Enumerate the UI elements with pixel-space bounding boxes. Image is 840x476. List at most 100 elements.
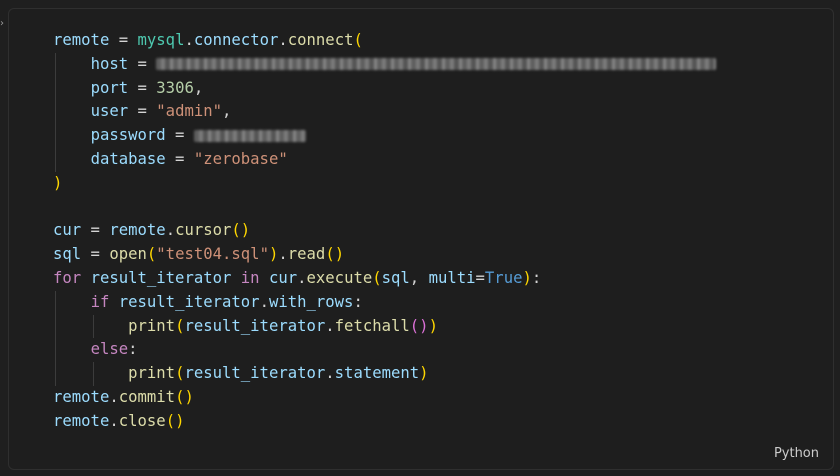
code-token: =	[128, 78, 157, 97]
code-token: 3306	[156, 78, 194, 97]
code-token: host	[90, 54, 129, 73]
indent-guide	[55, 314, 56, 339]
code-token: (	[353, 31, 363, 49]
code-token: :	[531, 268, 542, 287]
code-line: )	[53, 172, 716, 196]
code-token: =	[128, 102, 157, 121]
code-line: print(result_iterator.statement)	[53, 362, 716, 386]
code-token: (	[146, 245, 157, 264]
indent-guide	[92, 362, 94, 386]
code-token: cursor	[175, 221, 232, 240]
code-token: ()	[165, 411, 185, 430]
code-token: port	[90, 78, 129, 97]
language-label: Python	[773, 446, 819, 461]
code-line: sql = open("test04.sql").read()	[53, 243, 716, 267]
indent-guide	[92, 314, 94, 339]
code-token: read	[287, 245, 326, 264]
code-token: user	[90, 102, 129, 121]
code-token: :	[128, 340, 138, 359]
code-token: database	[90, 149, 166, 168]
code-token: .	[165, 221, 176, 240]
indent-guide	[55, 100, 56, 125]
code-token: ()	[231, 221, 251, 240]
code-token: )	[53, 173, 63, 192]
code-token: for	[53, 268, 82, 287]
code-token: =	[109, 31, 138, 49]
code-token: .	[325, 364, 335, 383]
code-token: sql	[381, 268, 410, 287]
code-token: .	[278, 245, 288, 264]
code-token: .	[184, 31, 194, 49]
code-token: commit	[118, 387, 176, 406]
code-token: print	[128, 364, 176, 383]
code-token: )	[428, 316, 438, 335]
indent-guide	[55, 290, 56, 315]
code-token: with_rows	[268, 292, 354, 311]
code-line: for result_iterator in cur.execute(sql, …	[53, 267, 716, 291]
code-token: "zerobase"	[193, 149, 288, 168]
code-token: =	[475, 268, 485, 287]
code-token: connector	[193, 31, 279, 49]
code-token: execute	[306, 268, 373, 287]
code-line: host =	[53, 52, 717, 77]
code-token: statement	[334, 364, 420, 383]
code-token: else	[90, 340, 129, 359]
code-line: user = "admin",	[53, 100, 716, 125]
code-token: ()	[175, 387, 194, 406]
code-token: ()	[409, 316, 429, 335]
code-token: password	[90, 126, 166, 145]
indent-guide	[55, 76, 56, 101]
code-token: .	[325, 316, 335, 335]
code-token: )	[268, 245, 279, 264]
code-line: if result_iterator.with_rows:	[53, 290, 716, 315]
code-token: result_iterator	[184, 316, 326, 335]
code-line: remote = mysql.connector.connect(	[53, 29, 716, 53]
code-line: cur = remote.cursor()	[53, 219, 716, 243]
indent-guide	[55, 362, 56, 386]
code-token: .	[278, 31, 288, 49]
code-token: .	[297, 268, 307, 287]
code-line: remote.commit()	[53, 386, 716, 410]
code-token: if	[90, 292, 110, 311]
code-block-panel: remote = mysql.connector.connect( host =…	[8, 8, 834, 470]
code-token: :	[353, 292, 363, 311]
code-line: port = 3306,	[53, 76, 716, 101]
code-token: cur	[268, 268, 298, 287]
code-token: remote	[53, 411, 110, 430]
corner-chevron-icon: ›	[0, 18, 4, 29]
code-token: multi	[428, 268, 476, 287]
code-token: =	[81, 245, 110, 264]
code-token: sql	[53, 245, 82, 264]
code-token: ,	[193, 78, 204, 97]
code-line: remote.close()	[53, 410, 716, 434]
indent-guide	[55, 147, 56, 172]
redacted-password-value	[193, 129, 306, 142]
code-line: else:	[53, 338, 716, 363]
indent-guide	[55, 52, 56, 77]
code-token: (	[372, 268, 382, 287]
code-token: remote	[109, 221, 166, 240]
code-token: remote	[53, 31, 110, 49]
code-token: result_iterator	[118, 292, 260, 311]
code-token: print	[128, 316, 176, 335]
code-token: .	[109, 387, 119, 406]
code-line: database = "zerobase"	[53, 147, 716, 172]
code-line: password =	[53, 124, 716, 148]
code-token: True	[484, 268, 523, 287]
code-token: result_iterator	[90, 268, 232, 287]
code-token: result_iterator	[184, 364, 326, 383]
code-token: "test04.sql"	[156, 245, 269, 264]
code-token: close	[118, 411, 166, 430]
code-token: ()	[325, 245, 345, 264]
code-token: remote	[53, 387, 110, 406]
code-token: =	[81, 221, 110, 240]
code-token: )	[419, 364, 429, 383]
code-token: .	[109, 411, 119, 430]
code-token: .	[259, 292, 269, 311]
redacted-host-value	[156, 58, 717, 71]
code-line: print(result_iterator.fetchall())	[53, 314, 716, 339]
code-token: fetchall	[334, 316, 410, 335]
